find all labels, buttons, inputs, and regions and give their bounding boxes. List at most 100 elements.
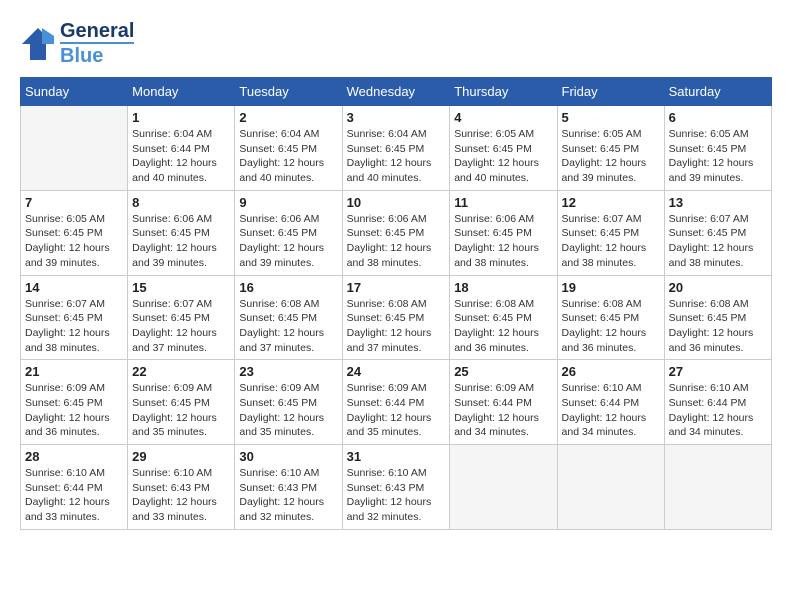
day-info: Sunrise: 6:10 AM Sunset: 6:43 PM Dayligh… xyxy=(239,466,337,525)
header-monday: Monday xyxy=(128,78,235,106)
day-number: 17 xyxy=(347,280,446,295)
day-info: Sunrise: 6:06 AM Sunset: 6:45 PM Dayligh… xyxy=(239,212,337,271)
day-info: Sunrise: 6:06 AM Sunset: 6:45 PM Dayligh… xyxy=(347,212,446,271)
calendar-cell: 5 Sunrise: 6:05 AM Sunset: 6:45 PM Daylig… xyxy=(557,106,664,191)
day-number: 19 xyxy=(562,280,660,295)
day-number: 6 xyxy=(669,110,767,125)
logo: General Blue xyxy=(20,20,134,67)
day-number: 21 xyxy=(25,364,123,379)
calendar-cell: 16 Sunrise: 6:08 AM Sunset: 6:45 PM Dayli… xyxy=(235,275,342,360)
day-info: Sunrise: 6:09 AM Sunset: 6:45 PM Dayligh… xyxy=(132,381,230,440)
day-info: Sunrise: 6:04 AM Sunset: 6:45 PM Dayligh… xyxy=(239,127,337,186)
calendar-cell: 6 Sunrise: 6:05 AM Sunset: 6:45 PM Daylig… xyxy=(664,106,771,191)
header-friday: Friday xyxy=(557,78,664,106)
day-info: Sunrise: 6:05 AM Sunset: 6:45 PM Dayligh… xyxy=(669,127,767,186)
calendar-cell: 8Sunrise: 6:06 AM Sunset: 6:45 PM Daylig… xyxy=(128,190,235,275)
calendar-cell: 12Sunrise: 6:07 AM Sunset: 6:45 PM Dayli… xyxy=(557,190,664,275)
day-info: Sunrise: 6:09 AM Sunset: 6:45 PM Dayligh… xyxy=(25,381,123,440)
day-number: 4 xyxy=(454,110,552,125)
calendar-cell: 19 Sunrise: 6:08 AM Sunset: 6:45 PM Dayli… xyxy=(557,275,664,360)
day-info: Sunrise: 6:04 AM Sunset: 6:44 PM Dayligh… xyxy=(132,127,230,186)
calendar-cell: 10 Sunrise: 6:06 AM Sunset: 6:45 PM Dayli… xyxy=(342,190,450,275)
day-number: 2 xyxy=(239,110,337,125)
day-number: 9 xyxy=(239,195,337,210)
day-info: Sunrise: 6:10 AM Sunset: 6:43 PM Dayligh… xyxy=(132,466,230,525)
header-saturday: Saturday xyxy=(664,78,771,106)
day-info: Sunrise: 6:08 AM Sunset: 6:45 PM Dayligh… xyxy=(239,297,337,356)
day-info: Sunrise: 6:05 AM Sunset: 6:45 PM Dayligh… xyxy=(25,212,123,271)
day-info: Sunrise: 6:07 AM Sunset: 6:45 PM Dayligh… xyxy=(25,297,123,356)
day-info: Sunrise: 6:05 AM Sunset: 6:45 PM Dayligh… xyxy=(562,127,660,186)
day-info: Sunrise: 6:08 AM Sunset: 6:45 PM Dayligh… xyxy=(347,297,446,356)
calendar-cell: 28Sunrise: 6:10 AM Sunset: 6:44 PM Dayli… xyxy=(21,445,128,530)
logo-general: General xyxy=(60,20,134,42)
day-number: 20 xyxy=(669,280,767,295)
calendar-cell xyxy=(664,445,771,530)
day-info: Sunrise: 6:08 AM Sunset: 6:45 PM Dayligh… xyxy=(562,297,660,356)
calendar-cell: 29 Sunrise: 6:10 AM Sunset: 6:43 PM Dayli… xyxy=(128,445,235,530)
day-number: 16 xyxy=(239,280,337,295)
day-number: 22 xyxy=(132,364,230,379)
calendar-cell: 31Sunrise: 6:10 AM Sunset: 6:43 PM Dayli… xyxy=(342,445,450,530)
day-number: 24 xyxy=(347,364,446,379)
calendar-cell: 27Sunrise: 6:10 AM Sunset: 6:44 PM Dayli… xyxy=(664,360,771,445)
calendar-cell: 14 Sunrise: 6:07 AM Sunset: 6:45 PM Dayli… xyxy=(21,275,128,360)
calendar-cell: 21 Sunrise: 6:09 AM Sunset: 6:45 PM Dayli… xyxy=(21,360,128,445)
week-row-2: 7 Sunrise: 6:05 AM Sunset: 6:45 PM Daylig… xyxy=(21,190,772,275)
calendar-cell: 18 Sunrise: 6:08 AM Sunset: 6:45 PM Dayli… xyxy=(450,275,557,360)
day-number: 25 xyxy=(454,364,552,379)
day-info: Sunrise: 6:06 AM Sunset: 6:45 PM Dayligh… xyxy=(454,212,552,271)
calendar-cell: 7 Sunrise: 6:05 AM Sunset: 6:45 PM Daylig… xyxy=(21,190,128,275)
header-wednesday: Wednesday xyxy=(342,78,450,106)
day-info: Sunrise: 6:10 AM Sunset: 6:44 PM Dayligh… xyxy=(562,381,660,440)
calendar-cell: 24 Sunrise: 6:09 AM Sunset: 6:44 PM Dayli… xyxy=(342,360,450,445)
header-tuesday: Tuesday xyxy=(235,78,342,106)
day-number: 26 xyxy=(562,364,660,379)
calendar-cell: 11 Sunrise: 6:06 AM Sunset: 6:45 PM Dayli… xyxy=(450,190,557,275)
day-info: Sunrise: 6:10 AM Sunset: 6:44 PM Dayligh… xyxy=(25,466,123,525)
page-header: General Blue xyxy=(20,20,772,67)
calendar-cell: 17 Sunrise: 6:08 AM Sunset: 6:45 PM Dayli… xyxy=(342,275,450,360)
day-number: 29 xyxy=(132,449,230,464)
calendar-header-row: SundayMondayTuesdayWednesdayThursdayFrid… xyxy=(21,78,772,106)
day-info: Sunrise: 6:09 AM Sunset: 6:44 PM Dayligh… xyxy=(454,381,552,440)
calendar-cell xyxy=(557,445,664,530)
header-thursday: Thursday xyxy=(450,78,557,106)
day-number: 14 xyxy=(25,280,123,295)
day-info: Sunrise: 6:09 AM Sunset: 6:44 PM Dayligh… xyxy=(347,381,446,440)
calendar-cell: 3Sunrise: 6:04 AM Sunset: 6:45 PM Daylig… xyxy=(342,106,450,191)
calendar-cell: 26 Sunrise: 6:10 AM Sunset: 6:44 PM Dayli… xyxy=(557,360,664,445)
day-info: Sunrise: 6:07 AM Sunset: 6:45 PM Dayligh… xyxy=(132,297,230,356)
day-number: 10 xyxy=(347,195,446,210)
day-info: Sunrise: 6:07 AM Sunset: 6:45 PM Dayligh… xyxy=(669,212,767,271)
day-info: Sunrise: 6:10 AM Sunset: 6:43 PM Dayligh… xyxy=(347,466,446,525)
calendar-cell: 25 Sunrise: 6:09 AM Sunset: 6:44 PM Dayli… xyxy=(450,360,557,445)
logo-icon xyxy=(20,26,56,62)
day-info: Sunrise: 6:07 AM Sunset: 6:45 PM Dayligh… xyxy=(562,212,660,271)
calendar-cell: 2 Sunrise: 6:04 AM Sunset: 6:45 PM Daylig… xyxy=(235,106,342,191)
calendar-cell xyxy=(21,106,128,191)
day-number: 1 xyxy=(132,110,230,125)
week-row-1: 1 Sunrise: 6:04 AM Sunset: 6:44 PM Daylig… xyxy=(21,106,772,191)
calendar-cell: 9 Sunrise: 6:06 AM Sunset: 6:45 PM Daylig… xyxy=(235,190,342,275)
day-info: Sunrise: 6:09 AM Sunset: 6:45 PM Dayligh… xyxy=(239,381,337,440)
calendar-table: SundayMondayTuesdayWednesdayThursdayFrid… xyxy=(20,77,772,530)
day-number: 13 xyxy=(669,195,767,210)
day-number: 23 xyxy=(239,364,337,379)
day-info: Sunrise: 6:06 AM Sunset: 6:45 PM Dayligh… xyxy=(132,212,230,271)
day-number: 11 xyxy=(454,195,552,210)
calendar-cell: 1 Sunrise: 6:04 AM Sunset: 6:44 PM Daylig… xyxy=(128,106,235,191)
day-number: 15 xyxy=(132,280,230,295)
day-info: Sunrise: 6:10 AM Sunset: 6:44 PM Dayligh… xyxy=(669,381,767,440)
day-number: 3 xyxy=(347,110,446,125)
calendar-cell: 13 Sunrise: 6:07 AM Sunset: 6:45 PM Dayli… xyxy=(664,190,771,275)
week-row-5: 28Sunrise: 6:10 AM Sunset: 6:44 PM Dayli… xyxy=(21,445,772,530)
day-number: 5 xyxy=(562,110,660,125)
day-number: 18 xyxy=(454,280,552,295)
calendar-cell: 4Sunrise: 6:05 AM Sunset: 6:45 PM Daylig… xyxy=(450,106,557,191)
day-number: 30 xyxy=(239,449,337,464)
day-number: 7 xyxy=(25,195,123,210)
calendar-cell xyxy=(450,445,557,530)
day-info: Sunrise: 6:08 AM Sunset: 6:45 PM Dayligh… xyxy=(454,297,552,356)
day-info: Sunrise: 6:08 AM Sunset: 6:45 PM Dayligh… xyxy=(669,297,767,356)
